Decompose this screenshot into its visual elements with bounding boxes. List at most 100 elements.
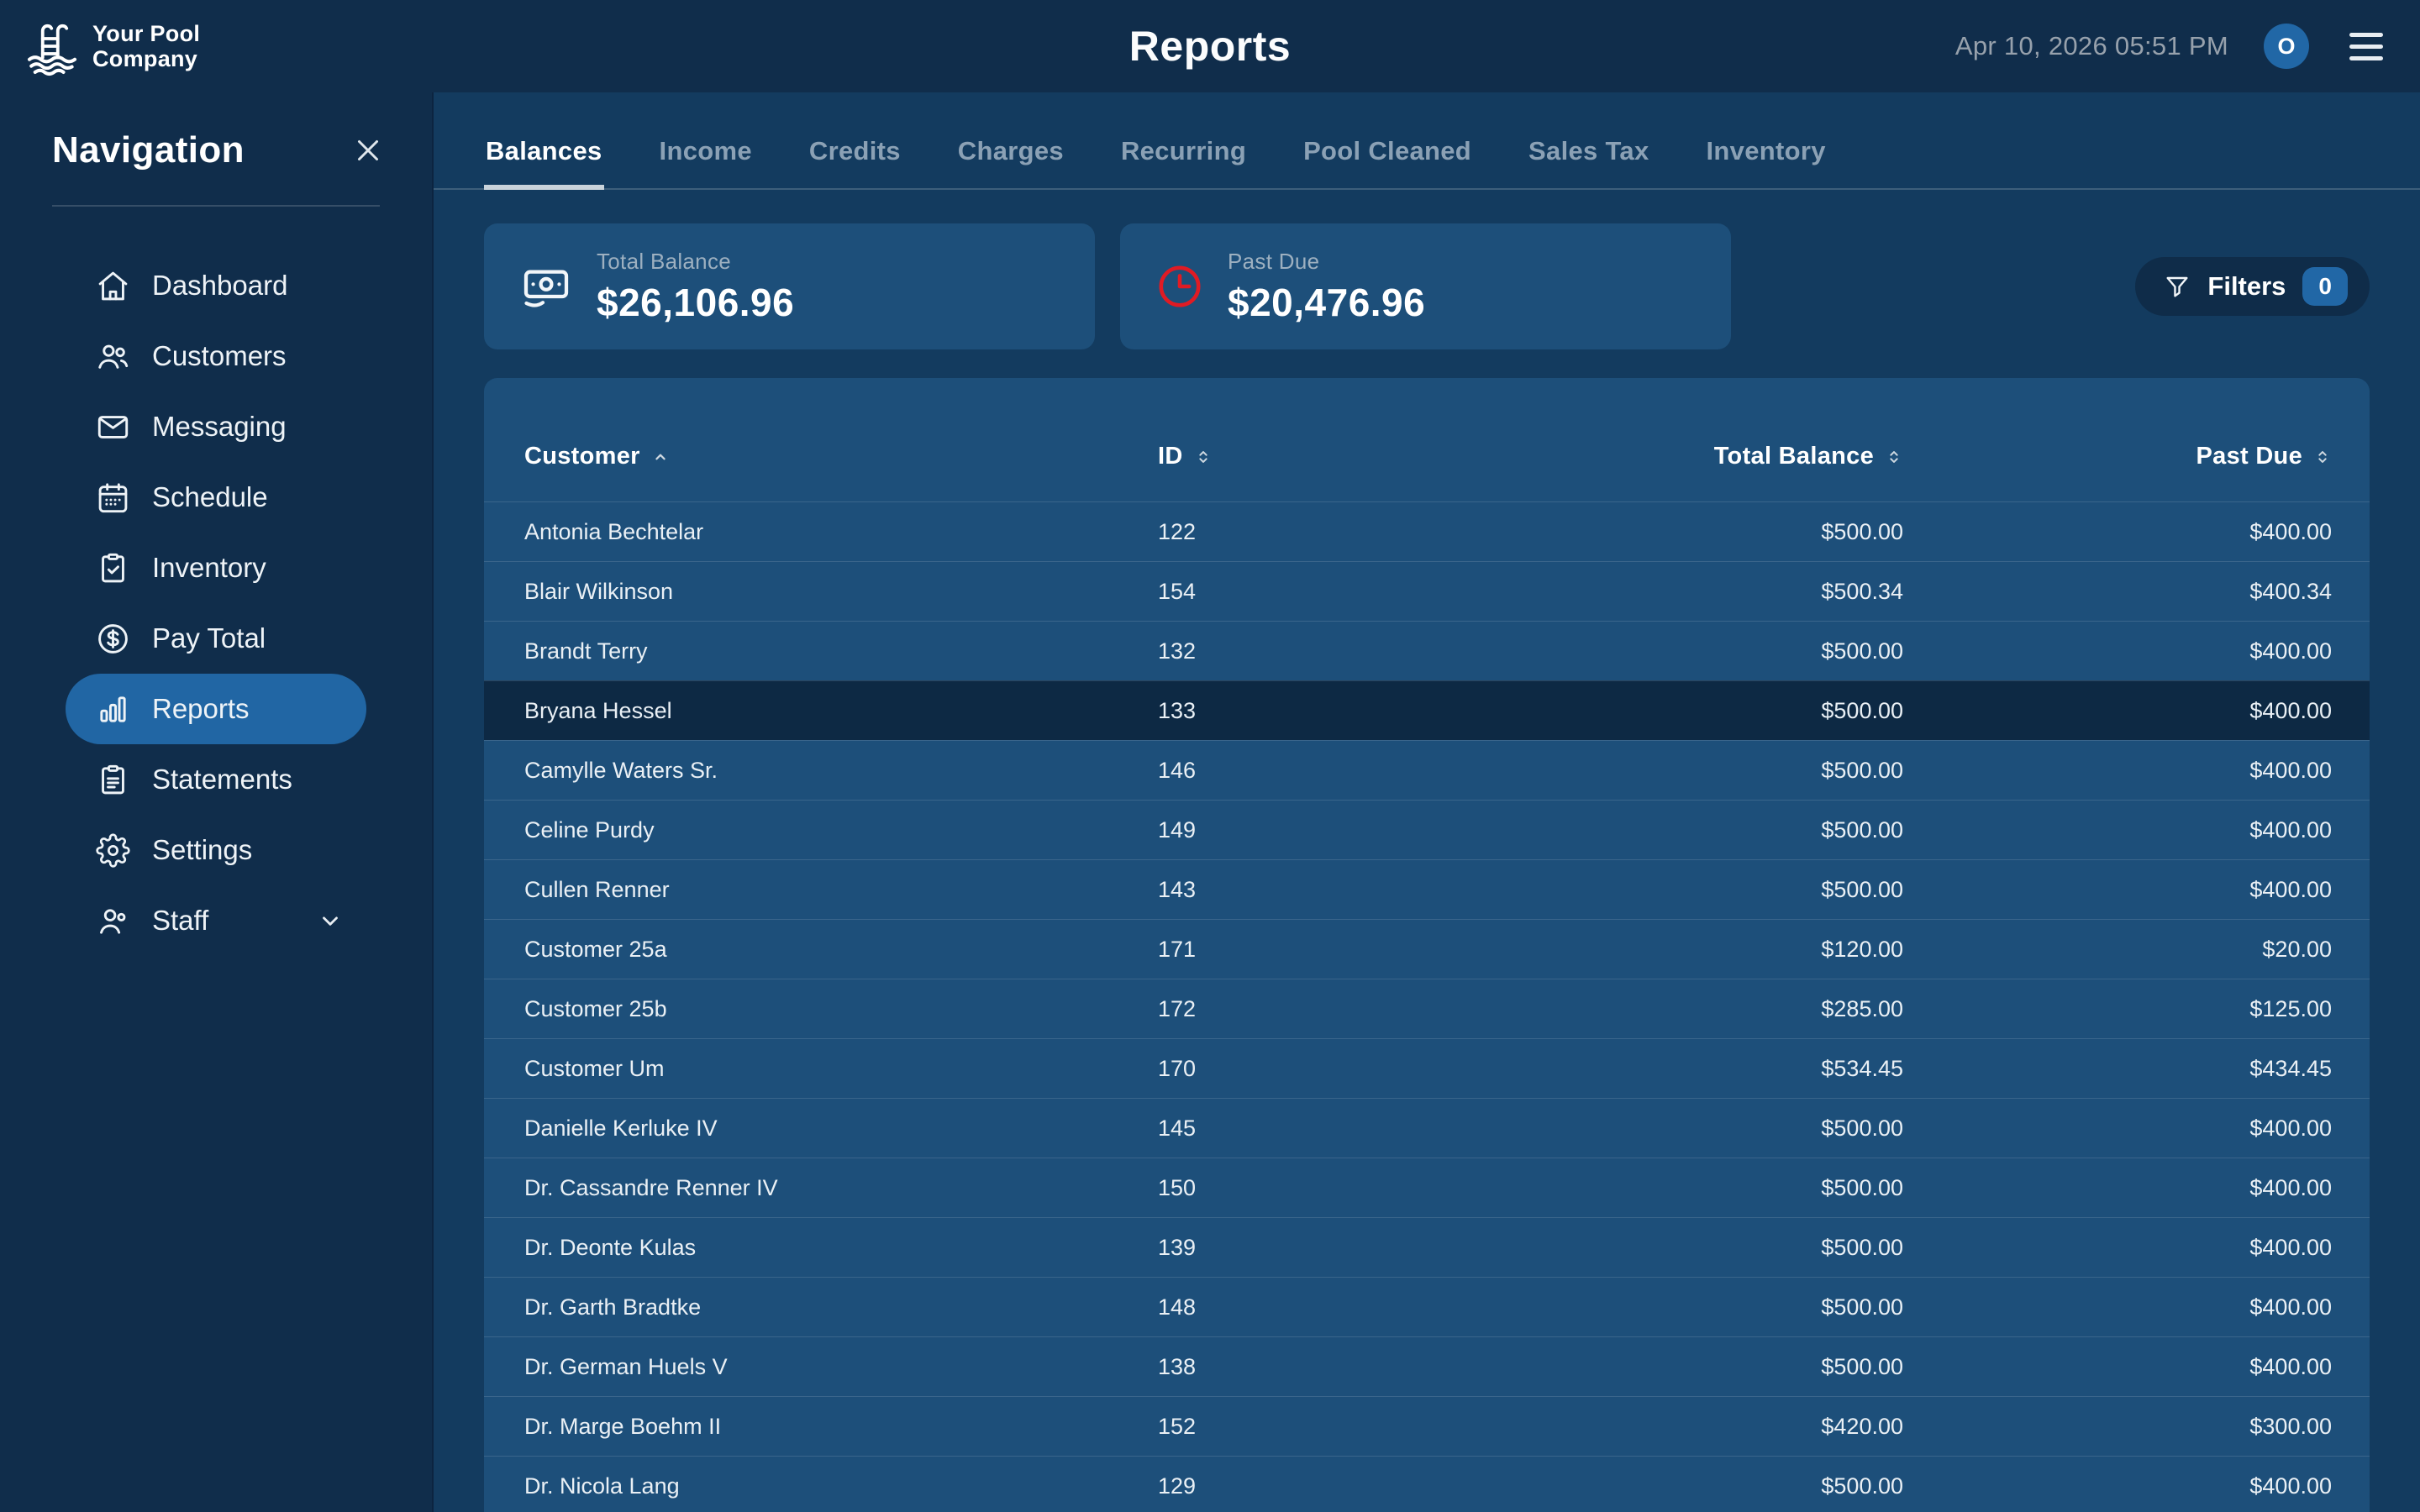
tab-pool-cleaned[interactable]: Pool Cleaned xyxy=(1302,123,1473,190)
table-row[interactable]: Bryana Hessel133$500.00$400.00 xyxy=(484,680,2370,740)
table-row[interactable]: Antonia Bechtelar122$500.00$400.00 xyxy=(484,501,2370,561)
datetime-label: Apr 10, 2026 05:51 PM xyxy=(1955,31,2228,61)
total-balance-card: Total Balance $26,106.96 xyxy=(484,223,1095,349)
column-header-past-due[interactable]: Past Due xyxy=(1903,443,2332,470)
messaging-icon xyxy=(96,410,130,444)
tab-income[interactable]: Income xyxy=(658,123,754,190)
sidebar-item-staff[interactable]: Staff xyxy=(66,885,366,956)
avatar[interactable]: O xyxy=(2264,24,2309,69)
total-balance-text: Total Balance $26,106.96 xyxy=(597,249,794,325)
cell-total-balance: $500.00 xyxy=(1528,638,1903,664)
cell-past-due: $400.00 xyxy=(1903,638,2332,664)
sidebar-header: Navigation xyxy=(52,129,383,171)
cell-past-due: $400.00 xyxy=(1903,1175,2332,1201)
table-row[interactable]: Dr. German Huels V138$500.00$400.00 xyxy=(484,1336,2370,1396)
app-window: Your Pool Company Reports Apr 10, 2026 0… xyxy=(0,0,2420,1512)
column-header-id[interactable]: ID xyxy=(1158,443,1528,470)
cell-total-balance: $500.00 xyxy=(1528,758,1903,784)
cell-customer: Camylle Waters Sr. xyxy=(524,758,1158,784)
sidebar-divider xyxy=(52,205,380,207)
tab-sales-tax[interactable]: Sales Tax xyxy=(1527,123,1650,190)
tab-balances[interactable]: Balances xyxy=(484,123,604,190)
sidebar-item-label: Staff xyxy=(152,905,208,937)
table-row[interactable]: Customer 25a171$120.00$20.00 xyxy=(484,919,2370,979)
cell-total-balance: $500.00 xyxy=(1528,1116,1903,1142)
cell-past-due: $434.45 xyxy=(1903,1056,2332,1082)
cash-icon xyxy=(519,260,573,313)
past-due-label: Past Due xyxy=(1228,249,1425,275)
sidebar-item-messaging[interactable]: Messaging xyxy=(66,391,366,462)
cell-customer: Customer Um xyxy=(524,1056,1158,1082)
cell-total-balance: $500.00 xyxy=(1528,1354,1903,1380)
sidebar-item-settings[interactable]: Settings xyxy=(66,815,366,885)
cell-past-due: $400.00 xyxy=(1903,1294,2332,1320)
summary-row: Total Balance $26,106.96 Past Due $20,47… xyxy=(484,223,2370,349)
cell-total-balance: $500.00 xyxy=(1528,1235,1903,1261)
cell-customer: Bryana Hessel xyxy=(524,698,1158,724)
cell-past-due: $400.00 xyxy=(1903,758,2332,784)
filters-button[interactable]: Filters 0 xyxy=(2135,257,2370,316)
table-row[interactable]: Blair Wilkinson154$500.34$400.34 xyxy=(484,561,2370,621)
sidebar-item-schedule[interactable]: Schedule xyxy=(66,462,366,533)
past-due-text: Past Due $20,476.96 xyxy=(1228,249,1425,325)
cell-id: 150 xyxy=(1158,1175,1528,1201)
table-row[interactable]: Celine Purdy149$500.00$400.00 xyxy=(484,800,2370,859)
report-tabs: Balances Income Credits Charges Recurring Poo… xyxy=(434,123,2420,190)
sidebar-item-reports[interactable]: Reports xyxy=(66,674,366,744)
sidebar-item-label: Reports xyxy=(152,693,250,725)
sort-asc-icon xyxy=(651,448,670,466)
column-label: Past Due xyxy=(2196,443,2303,470)
tab-charges[interactable]: Charges xyxy=(956,123,1065,190)
cell-past-due: $300.00 xyxy=(1903,1414,2332,1440)
cell-id: 145 xyxy=(1158,1116,1528,1142)
cell-id: 138 xyxy=(1158,1354,1528,1380)
cell-id: 149 xyxy=(1158,817,1528,843)
column-header-customer[interactable]: Customer xyxy=(524,443,1158,470)
cell-past-due: $400.00 xyxy=(1903,519,2332,545)
cell-customer: Dr. Deonte Kulas xyxy=(524,1235,1158,1261)
sidebar-item-label: Settings xyxy=(152,834,252,866)
cell-total-balance: $500.00 xyxy=(1528,877,1903,903)
table-row[interactable]: Danielle Kerluke IV145$500.00$400.00 xyxy=(484,1098,2370,1158)
cell-past-due: $400.00 xyxy=(1903,1235,2332,1261)
tab-recurring[interactable]: Recurring xyxy=(1119,123,1248,190)
cell-total-balance: $500.00 xyxy=(1528,519,1903,545)
table-row[interactable]: Customer Um170$534.45$434.45 xyxy=(484,1038,2370,1098)
column-header-total-balance[interactable]: Total Balance xyxy=(1528,443,1903,470)
close-icon[interactable] xyxy=(353,135,383,165)
brand-logo[interactable]: Your Pool Company xyxy=(22,16,200,76)
sidebar-item-customers[interactable]: Customers xyxy=(66,321,366,391)
filters-count-badge: 0 xyxy=(2302,267,2348,306)
sidebar-item-statements[interactable]: Statements xyxy=(66,744,366,815)
cell-id: 148 xyxy=(1158,1294,1528,1320)
table-row[interactable]: Cullen Renner143$500.00$400.00 xyxy=(484,859,2370,919)
sidebar-item-dashboard[interactable]: Dashboard xyxy=(66,250,366,321)
tab-credits[interactable]: Credits xyxy=(808,123,902,190)
cell-past-due: $400.00 xyxy=(1903,817,2332,843)
filter-funnel-icon xyxy=(2164,273,2191,300)
sidebar-item-label: Dashboard xyxy=(152,270,287,302)
total-balance-value: $26,106.96 xyxy=(597,280,794,325)
cell-customer: Customer 25a xyxy=(524,937,1158,963)
table-row[interactable]: Dr. Nicola Lang129$500.00$400.00 xyxy=(484,1456,2370,1512)
cell-total-balance: $500.00 xyxy=(1528,1294,1903,1320)
cell-total-balance: $534.45 xyxy=(1528,1056,1903,1082)
table-row[interactable]: Customer 25b172$285.00$125.00 xyxy=(484,979,2370,1038)
table-row[interactable]: Camylle Waters Sr.146$500.00$400.00 xyxy=(484,740,2370,800)
table-row[interactable]: Dr. Cassandre Renner IV150$500.00$400.00 xyxy=(484,1158,2370,1217)
cell-id: 132 xyxy=(1158,638,1528,664)
balances-table: CustomerIDTotal Balance Past Due Antonia … xyxy=(484,378,2370,1512)
cell-id: 172 xyxy=(1158,996,1528,1022)
table-row[interactable]: Dr. Garth Bradtke148$500.00$400.00 xyxy=(484,1277,2370,1336)
menu-icon[interactable] xyxy=(2344,28,2388,66)
table-row[interactable]: Dr. Deonte Kulas139$500.00$400.00 xyxy=(484,1217,2370,1277)
reports-icon xyxy=(96,692,130,727)
sidebar-item-pay-total[interactable]: Pay Total xyxy=(66,603,366,674)
sidebar: Navigation Dashboard CustomersMessagingSc… xyxy=(0,92,434,1512)
table-row[interactable]: Dr. Marge Boehm II152$420.00$300.00 xyxy=(484,1396,2370,1456)
sidebar-item-inventory[interactable]: Inventory xyxy=(66,533,366,603)
cell-customer: Dr. German Huels V xyxy=(524,1354,1158,1380)
cell-id: 146 xyxy=(1158,758,1528,784)
table-row[interactable]: Brandt Terry132$500.00$400.00 xyxy=(484,621,2370,680)
tab-inventory[interactable]: Inventory xyxy=(1705,123,1828,190)
